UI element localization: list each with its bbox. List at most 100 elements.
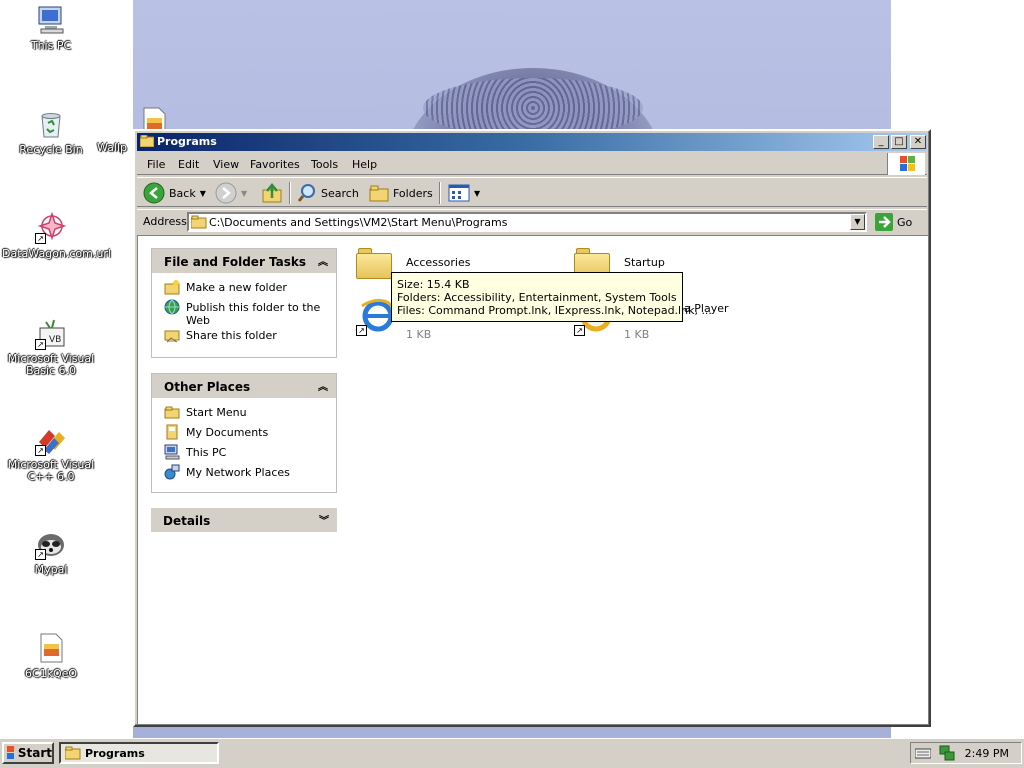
pane-title: File and Folder Tasks — [164, 255, 307, 269]
desktop-icon-this-pc[interactable]: This PC — [1, 4, 101, 52]
start-label: Start — [17, 746, 52, 760]
menu-edit[interactable]: Edit — [178, 158, 199, 171]
internet-explorer-icon: ↗ — [356, 296, 396, 336]
network-places-icon — [164, 464, 180, 480]
menu-tools[interactable]: Tools — [311, 158, 338, 171]
chevron-down-icon: ▼ — [474, 188, 481, 198]
folders-icon — [369, 185, 389, 202]
title-bar[interactable]: Programs _ □ ✕ — [137, 133, 927, 151]
maximize-button[interactable]: □ — [891, 135, 907, 149]
desktop-icon-label: Microsoft Visual Basic 6.0 — [7, 352, 95, 377]
desktop-icon-visual-basic[interactable]: VB ↗ Microsoft Visual Basic 6.0 — [1, 318, 101, 377]
search-label: Search — [321, 186, 359, 200]
menu-view[interactable]: View — [213, 158, 239, 171]
back-label: Back — [169, 186, 196, 200]
network-tray-icon[interactable] — [939, 745, 955, 761]
forward-arrow-icon — [215, 182, 237, 204]
pane-header[interactable]: File and Folder Tasks ︽ — [152, 249, 336, 273]
file-name: Startup — [624, 256, 665, 269]
shortcut-arrow-icon: ↗ — [35, 549, 46, 560]
window-title: Programs — [157, 135, 217, 148]
menu-favorites[interactable]: Favorites — [250, 158, 300, 171]
file-size: 1 KB — [624, 328, 650, 341]
back-button[interactable]: Back ▼ — [143, 181, 206, 205]
place-start-menu[interactable]: Start Menu — [164, 404, 336, 424]
desktop-icon-datawagon[interactable]: ↗ DataWagon.com.url — [1, 211, 111, 260]
forward-button[interactable]: ▼ — [215, 181, 247, 205]
go-button[interactable]: Go — [875, 212, 912, 232]
tooltip-size: Size: 15.4 KB — [397, 278, 470, 291]
menu-help[interactable]: Help — [352, 158, 377, 171]
place-my-network-places[interactable]: My Network Places — [164, 464, 336, 484]
go-arrow-icon — [875, 213, 893, 231]
folder-icon — [164, 404, 180, 420]
menu-file[interactable]: File — [147, 158, 165, 171]
desktop-icon-label: DataWagon.com.url — [2, 247, 111, 260]
taskbar-button-label: Programs — [85, 746, 145, 760]
pane-title: Details — [163, 514, 211, 528]
share-folder-icon — [164, 327, 180, 343]
folder-icon — [191, 215, 207, 229]
collapse-chevron-icon[interactable]: ︽ — [318, 378, 328, 393]
chevron-down-icon: ▼ — [241, 188, 248, 198]
collapse-chevron-icon[interactable]: ︽ — [318, 253, 328, 268]
menu-bar: File Edit View Favorites Tools Help — [137, 153, 927, 175]
file-size: 1 KB — [406, 328, 432, 341]
taskbar-button-programs[interactable]: Programs — [59, 742, 219, 764]
globe-icon — [164, 299, 180, 315]
go-label: Go — [897, 215, 913, 229]
address-label: Address — [143, 215, 187, 228]
folder-icon — [356, 246, 396, 286]
visual-cpp-icon: ↗ — [35, 424, 67, 456]
desktop-icon-6c1kqeo[interactable]: 6C1kQeO — [1, 632, 101, 680]
image-file-icon — [35, 632, 67, 664]
new-folder-icon — [164, 279, 180, 295]
folder-info-tooltip: Size: 15.4 KB Folders: Accessibility, En… — [391, 272, 712, 322]
desktop-icon-visual-cpp[interactable]: ↗ Microsoft Visual C++ 6.0 — [1, 424, 101, 483]
desktop-icon-mypal[interactable]: ↗ Mypal — [1, 528, 101, 576]
desktop-icon-label: Mypal — [34, 563, 68, 576]
folders-button[interactable]: Folders — [369, 181, 433, 205]
shortcut-arrow-icon: ↗ — [574, 325, 585, 336]
desktop-icon-label: 6C1kQeO — [24, 667, 78, 680]
computer-icon — [164, 444, 180, 460]
address-dropdown-button[interactable]: ▼ — [850, 214, 865, 230]
tooltip-folders: Folders: Accessibility, Entertainment, S… — [397, 291, 677, 304]
shortcut-arrow-icon: ↗ — [35, 445, 46, 456]
standard-toolbar: Back ▼ ▼ Search Folders ▼ — [137, 177, 927, 207]
folder-icon — [65, 746, 81, 760]
toolbar-separator — [439, 182, 441, 204]
other-places-pane: Other Places ︽ Start Menu My Documents T… — [151, 373, 337, 493]
pane-header[interactable]: Details ︾ — [151, 508, 337, 532]
clock[interactable]: 2:49 PM — [965, 747, 1009, 760]
mypal-raccoon-icon: ↗ — [35, 528, 67, 560]
pane-title: Other Places — [164, 380, 251, 394]
close-button[interactable]: ✕ — [910, 135, 926, 149]
task-share-folder[interactable]: Share this folder — [164, 327, 336, 347]
up-button[interactable] — [261, 181, 283, 205]
place-my-documents[interactable]: My Documents — [164, 424, 336, 444]
back-arrow-icon — [143, 182, 165, 204]
address-input[interactable]: C:\Documents and Settings\VM2\Start Menu… — [187, 212, 867, 232]
task-publish-to-web[interactable]: Publish this folder to the Web — [164, 299, 336, 327]
search-button[interactable]: Search — [297, 181, 359, 205]
minimize-button[interactable]: _ — [873, 135, 889, 149]
address-bar: Address C:\Documents and Settings\VM2\St… — [137, 209, 927, 233]
pane-header[interactable]: Other Places ︽ — [152, 374, 336, 398]
my-documents-icon — [164, 424, 180, 440]
chevron-down-icon: ▼ — [199, 188, 206, 198]
task-make-new-folder[interactable]: Make a new folder — [164, 279, 336, 299]
system-tray: 2:49 PM — [910, 742, 1022, 764]
desktop-icon-label: Microsoft Visual C++ 6.0 — [7, 458, 95, 483]
views-button[interactable]: ▼ — [448, 181, 480, 205]
expand-chevron-icon[interactable]: ︾ — [319, 512, 329, 527]
start-button[interactable]: Start — [2, 742, 54, 764]
visual-basic-icon: VB ↗ — [35, 318, 67, 350]
place-this-pc[interactable]: This PC — [164, 444, 336, 464]
views-icon — [448, 184, 470, 202]
details-pane: Details ︾ — [151, 508, 337, 532]
keyboard-icon[interactable] — [915, 746, 931, 760]
file-name: Accessories — [406, 256, 471, 269]
folders-label: Folders — [393, 186, 433, 200]
windows-logo-icon — [887, 153, 925, 175]
